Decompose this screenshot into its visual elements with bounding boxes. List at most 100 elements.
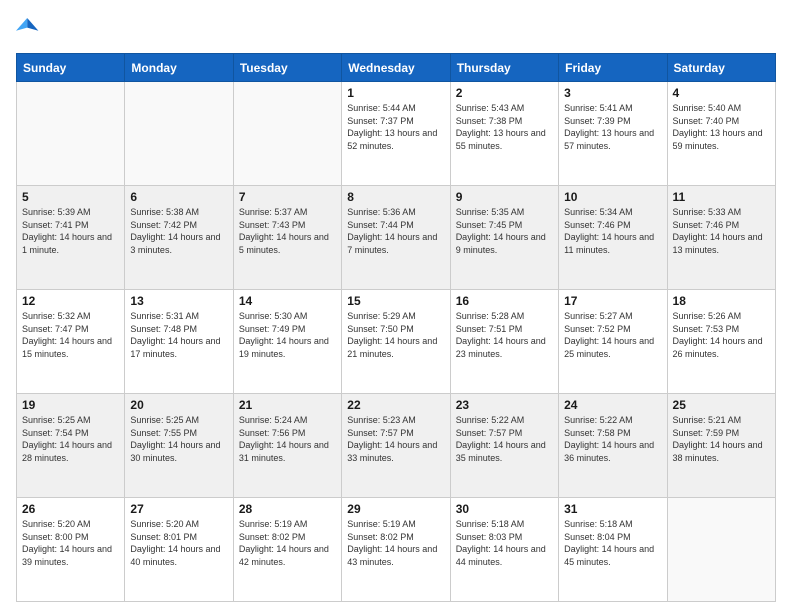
day-cell: 23 Sunrise: 5:22 AMSunset: 7:57 PMDayligh… xyxy=(450,394,558,498)
day-number: 15 xyxy=(347,294,444,308)
day-number: 6 xyxy=(130,190,227,204)
day-cell: 17Sunrise: 5:27 AMSunset: 7:52 PMDayligh… xyxy=(559,290,667,394)
day-info: Sunrise: 5:31 AMSunset: 7:48 PMDaylight:… xyxy=(130,310,227,360)
col-header-friday: Friday xyxy=(559,54,667,82)
col-header-sunday: Sunday xyxy=(17,54,125,82)
day-cell: 5 Sunrise: 5:39 AMSunset: 7:41 PMDaylight… xyxy=(17,186,125,290)
day-cell: 31 Sunrise: 5:18 AMSunset: 8:04 PMDayligh… xyxy=(559,498,667,602)
day-cell: 2 Sunrise: 5:43 AMSunset: 7:38 PMDaylight… xyxy=(450,82,558,186)
day-info: Sunrise: 5:25 AMSunset: 7:54 PMDaylight:… xyxy=(22,414,119,464)
day-info: Sunrise: 5:28 AMSunset: 7:51 PMDaylight:… xyxy=(456,310,553,360)
day-info: Sunrise: 5:37 AMSunset: 7:43 PMDaylight:… xyxy=(239,206,336,256)
week-row-1: 1 Sunrise: 5:44 AMSunset: 7:37 PMDaylight… xyxy=(17,82,776,186)
day-info: Sunrise: 5:25 AMSunset: 7:55 PMDaylight:… xyxy=(130,414,227,464)
day-number: 17 xyxy=(564,294,661,308)
logo-icon xyxy=(16,14,40,38)
day-info: Sunrise: 5:41 AMSunset: 7:39 PMDaylight:… xyxy=(564,102,661,152)
day-number: 2 xyxy=(456,86,553,100)
day-number: 28 xyxy=(239,502,336,516)
col-header-saturday: Saturday xyxy=(667,54,775,82)
header xyxy=(16,16,776,43)
day-cell xyxy=(17,82,125,186)
day-cell: 9Sunrise: 5:35 AMSunset: 7:45 PMDaylight… xyxy=(450,186,558,290)
day-number: 30 xyxy=(456,502,553,516)
col-header-wednesday: Wednesday xyxy=(342,54,450,82)
day-number: 12 xyxy=(22,294,119,308)
page: SundayMondayTuesdayWednesdayThursdayFrid… xyxy=(0,0,792,612)
day-number: 1 xyxy=(347,86,444,100)
day-cell: 12Sunrise: 5:32 AMSunset: 7:47 PMDayligh… xyxy=(17,290,125,394)
day-info: Sunrise: 5:43 AMSunset: 7:38 PMDaylight:… xyxy=(456,102,553,152)
day-info: Sunrise: 5:21 AMSunset: 7:59 PMDaylight:… xyxy=(673,414,770,464)
day-cell: 29 Sunrise: 5:19 AMSunset: 8:02 PMDayligh… xyxy=(342,498,450,602)
day-cell: 24 Sunrise: 5:22 AMSunset: 7:58 PMDayligh… xyxy=(559,394,667,498)
day-info: Sunrise: 5:39 AMSunset: 7:41 PMDaylight:… xyxy=(22,206,119,256)
day-info: Sunrise: 5:23 AMSunset: 7:57 PMDaylight:… xyxy=(347,414,444,464)
day-info: Sunrise: 5:22 AMSunset: 7:57 PMDaylight:… xyxy=(456,414,553,464)
day-info: Sunrise: 5:30 AMSunset: 7:49 PMDaylight:… xyxy=(239,310,336,360)
day-info: Sunrise: 5:29 AMSunset: 7:50 PMDaylight:… xyxy=(347,310,444,360)
day-number: 7 xyxy=(239,190,336,204)
day-number: 13 xyxy=(130,294,227,308)
day-number: 27 xyxy=(130,502,227,516)
day-info: Sunrise: 5:18 AMSunset: 8:03 PMDaylight:… xyxy=(456,518,553,568)
day-cell: 19 Sunrise: 5:25 AMSunset: 7:54 PMDayligh… xyxy=(17,394,125,498)
day-number: 20 xyxy=(130,398,227,412)
week-row-5: 26 Sunrise: 5:20 AMSunset: 8:00 PMDayligh… xyxy=(17,498,776,602)
day-info: Sunrise: 5:19 AMSunset: 8:02 PMDaylight:… xyxy=(239,518,336,568)
day-number: 9 xyxy=(456,190,553,204)
day-number: 21 xyxy=(239,398,336,412)
day-cell: 20 Sunrise: 5:25 AMSunset: 7:55 PMDayligh… xyxy=(125,394,233,498)
day-info: Sunrise: 5:18 AMSunset: 8:04 PMDaylight:… xyxy=(564,518,661,568)
day-cell: 18 Sunrise: 5:26 AMSunset: 7:53 PMDayligh… xyxy=(667,290,775,394)
day-cell: 30 Sunrise: 5:18 AMSunset: 8:03 PMDayligh… xyxy=(450,498,558,602)
col-header-thursday: Thursday xyxy=(450,54,558,82)
day-number: 25 xyxy=(673,398,770,412)
day-info: Sunrise: 5:34 AMSunset: 7:46 PMDaylight:… xyxy=(564,206,661,256)
day-cell: 3 Sunrise: 5:41 AMSunset: 7:39 PMDaylight… xyxy=(559,82,667,186)
day-info: Sunrise: 5:36 AMSunset: 7:44 PMDaylight:… xyxy=(347,206,444,256)
day-info: Sunrise: 5:20 AMSunset: 8:01 PMDaylight:… xyxy=(130,518,227,568)
day-number: 19 xyxy=(22,398,119,412)
day-number: 18 xyxy=(673,294,770,308)
day-number: 16 xyxy=(456,294,553,308)
day-number: 24 xyxy=(564,398,661,412)
day-cell: 26 Sunrise: 5:20 AMSunset: 8:00 PMDayligh… xyxy=(17,498,125,602)
day-cell xyxy=(667,498,775,602)
day-cell: 28 Sunrise: 5:19 AMSunset: 8:02 PMDayligh… xyxy=(233,498,341,602)
logo xyxy=(16,16,42,43)
col-header-tuesday: Tuesday xyxy=(233,54,341,82)
day-cell: 14 Sunrise: 5:30 AMSunset: 7:49 PMDayligh… xyxy=(233,290,341,394)
day-cell: 21 Sunrise: 5:24 AMSunset: 7:56 PMDayligh… xyxy=(233,394,341,498)
day-info: Sunrise: 5:22 AMSunset: 7:58 PMDaylight:… xyxy=(564,414,661,464)
day-cell: 27 Sunrise: 5:20 AMSunset: 8:01 PMDayligh… xyxy=(125,498,233,602)
day-info: Sunrise: 5:40 AMSunset: 7:40 PMDaylight:… xyxy=(673,102,770,152)
day-info: Sunrise: 5:20 AMSunset: 8:00 PMDaylight:… xyxy=(22,518,119,568)
day-number: 31 xyxy=(564,502,661,516)
day-cell: 6Sunrise: 5:38 AMSunset: 7:42 PMDaylight… xyxy=(125,186,233,290)
day-info: Sunrise: 5:26 AMSunset: 7:53 PMDaylight:… xyxy=(673,310,770,360)
day-number: 3 xyxy=(564,86,661,100)
day-cell: 8Sunrise: 5:36 AMSunset: 7:44 PMDaylight… xyxy=(342,186,450,290)
day-number: 4 xyxy=(673,86,770,100)
day-info: Sunrise: 5:24 AMSunset: 7:56 PMDaylight:… xyxy=(239,414,336,464)
week-row-3: 12Sunrise: 5:32 AMSunset: 7:47 PMDayligh… xyxy=(17,290,776,394)
day-info: Sunrise: 5:33 AMSunset: 7:46 PMDaylight:… xyxy=(673,206,770,256)
day-cell: 1 Sunrise: 5:44 AMSunset: 7:37 PMDaylight… xyxy=(342,82,450,186)
day-number: 14 xyxy=(239,294,336,308)
day-number: 23 xyxy=(456,398,553,412)
week-row-2: 5 Sunrise: 5:39 AMSunset: 7:41 PMDaylight… xyxy=(17,186,776,290)
day-cell: 22Sunrise: 5:23 AMSunset: 7:57 PMDayligh… xyxy=(342,394,450,498)
day-info: Sunrise: 5:19 AMSunset: 8:02 PMDaylight:… xyxy=(347,518,444,568)
day-info: Sunrise: 5:44 AMSunset: 7:37 PMDaylight:… xyxy=(347,102,444,152)
day-number: 29 xyxy=(347,502,444,516)
day-cell: 4 Sunrise: 5:40 AMSunset: 7:40 PMDaylight… xyxy=(667,82,775,186)
day-cell: 11 Sunrise: 5:33 AMSunset: 7:46 PMDayligh… xyxy=(667,186,775,290)
week-row-4: 19 Sunrise: 5:25 AMSunset: 7:54 PMDayligh… xyxy=(17,394,776,498)
day-cell: 7 Sunrise: 5:37 AMSunset: 7:43 PMDaylight… xyxy=(233,186,341,290)
day-cell xyxy=(233,82,341,186)
day-number: 11 xyxy=(673,190,770,204)
day-number: 5 xyxy=(22,190,119,204)
day-cell xyxy=(125,82,233,186)
day-number: 26 xyxy=(22,502,119,516)
